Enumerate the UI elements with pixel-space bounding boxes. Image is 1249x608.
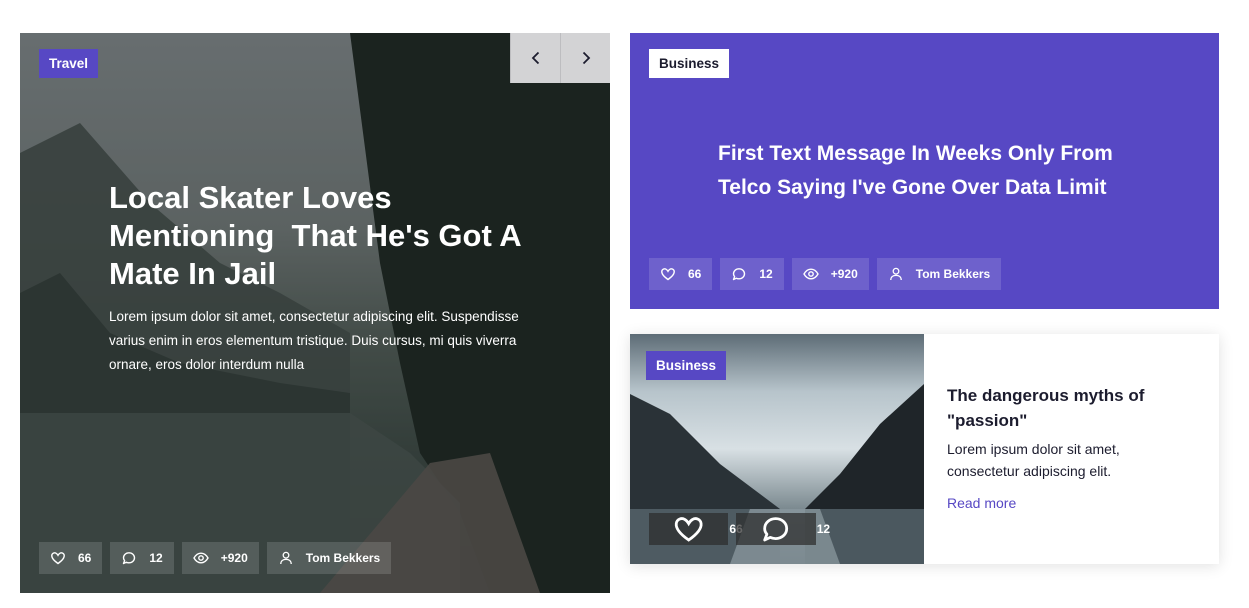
post-image[interactable]: Business 66 12 bbox=[630, 334, 924, 564]
featured-meta-row: 66 12 +920 Tom Bekkers bbox=[649, 258, 1002, 290]
featured-post-card[interactable]: Business First Text Message In Weeks Onl… bbox=[630, 33, 1219, 309]
heart-icon bbox=[51, 552, 65, 565]
featured-post-title[interactable]: First Text Message In Weeks Only From Te… bbox=[718, 137, 1158, 205]
next-slide-button[interactable] bbox=[560, 33, 610, 83]
user-icon bbox=[279, 551, 292, 565]
likes-count: 66 bbox=[688, 267, 702, 281]
post-meta-row: 66 12 bbox=[649, 513, 830, 545]
likes-chip[interactable]: 66 bbox=[39, 542, 103, 574]
likes-count: 66 bbox=[78, 551, 92, 565]
category-badge[interactable]: Business bbox=[649, 49, 730, 78]
author-chip[interactable]: Tom Bekkers bbox=[266, 542, 392, 574]
category-badge[interactable]: Business bbox=[646, 351, 727, 380]
author-name: Tom Bekkers bbox=[305, 551, 381, 565]
chevron-left-icon bbox=[531, 51, 539, 65]
comments-count: 12 bbox=[149, 551, 163, 565]
hero-meta-row: 66 12 +920 Tom Bekkers bbox=[39, 542, 392, 574]
views-chip[interactable]: +920 bbox=[181, 542, 259, 574]
author-name: Tom Bekkers bbox=[915, 267, 991, 281]
comment-icon bbox=[123, 552, 136, 565]
comments-chip[interactable]: 12 bbox=[736, 513, 830, 545]
comments-count: 12 bbox=[816, 522, 831, 536]
post-title[interactable]: The dangerous myths of "passion" bbox=[947, 383, 1177, 433]
slider-nav bbox=[510, 33, 610, 83]
comments-count: 12 bbox=[759, 267, 773, 281]
user-icon bbox=[889, 267, 902, 281]
author-chip[interactable]: Tom Bekkers bbox=[876, 258, 1002, 290]
category-badge[interactable]: Travel bbox=[39, 49, 99, 78]
comment-icon bbox=[733, 268, 746, 281]
views-chip[interactable]: +920 bbox=[791, 258, 869, 290]
likes-chip[interactable]: 66 bbox=[649, 258, 713, 290]
views-count: +920 bbox=[830, 267, 858, 281]
comment-icon bbox=[763, 517, 789, 542]
likes-chip[interactable]: 66 bbox=[649, 513, 743, 545]
read-more-link[interactable]: Read more bbox=[947, 495, 1016, 511]
prev-slide-button[interactable] bbox=[510, 33, 560, 83]
eye-icon bbox=[802, 268, 819, 280]
post-description: Lorem ipsum dolor sit amet, consectetur … bbox=[947, 441, 1120, 479]
post-card[interactable]: Business 66 12 The dangerous myths of "p… bbox=[630, 334, 1219, 564]
views-count: +920 bbox=[220, 551, 248, 565]
hero-post-card[interactable]: Travel Local Skater Loves Mentioning Tha… bbox=[20, 33, 610, 593]
hero-description: Lorem ipsum dolor sit amet, consectetur … bbox=[109, 309, 519, 372]
heart-icon bbox=[661, 268, 675, 281]
comments-chip[interactable]: 12 bbox=[720, 258, 784, 290]
eye-icon bbox=[192, 552, 209, 564]
hero-title[interactable]: Local Skater Loves Mentioning That He's … bbox=[109, 179, 529, 293]
comments-chip[interactable]: 12 bbox=[110, 542, 174, 574]
heart-icon bbox=[674, 517, 703, 542]
chevron-right-icon bbox=[582, 51, 590, 65]
